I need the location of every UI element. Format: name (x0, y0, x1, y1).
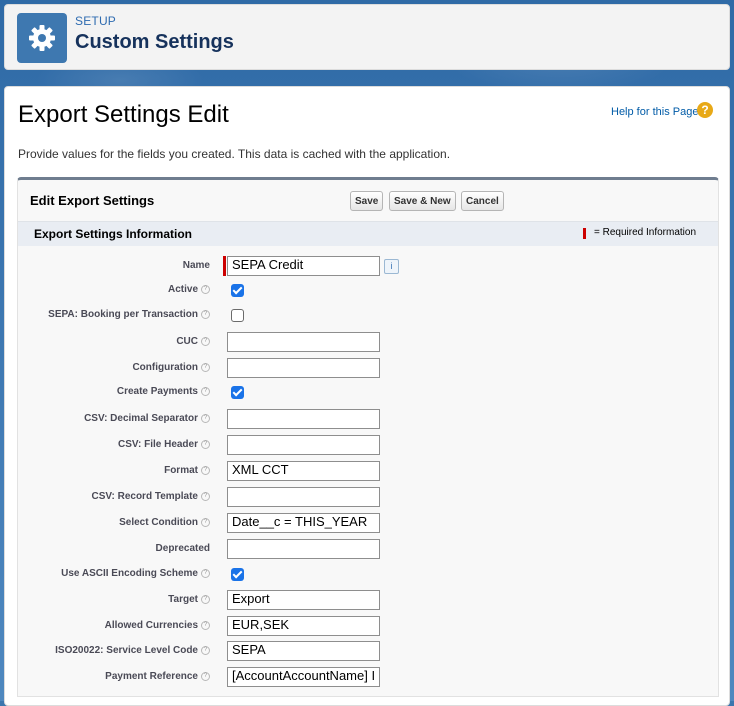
payment-reference-input[interactable]: [AccountAccountName] I (227, 667, 380, 687)
setup-kicker: SETUP (75, 14, 117, 28)
required-indicator (223, 256, 226, 276)
field-label: ISO20022: Service Level Code? (55, 645, 210, 656)
cuc-input[interactable] (227, 332, 380, 352)
field-row-csv-record: CSV: Record Template? (18, 487, 718, 509)
help-dot-icon[interactable]: ? (201, 645, 210, 655)
sepa-booking-checkbox[interactable] (231, 309, 244, 322)
help-dot-icon[interactable]: ? (201, 386, 210, 396)
field-row-csv-decimal: CSV: Decimal Separator? (18, 409, 718, 431)
info-icon[interactable]: i (384, 259, 399, 274)
field-label: CUC? (176, 336, 210, 347)
help-dot-icon[interactable]: ? (201, 439, 210, 449)
section-title: Export Settings Information (34, 227, 193, 241)
field-label: Name (182, 260, 210, 271)
field-row-ascii: Use ASCII Encoding Scheme? (18, 564, 718, 586)
ascii-checkbox[interactable] (231, 568, 244, 581)
field-row-sepa-booking: SEPA: Booking per Transaction? (18, 305, 718, 327)
field-row-currencies: Allowed Currencies? EUR,SEK (18, 616, 718, 638)
field-label: CSV: Decimal Separator? (84, 413, 210, 424)
field-row-active: Active? (18, 280, 718, 302)
help-icon[interactable]: ? (697, 102, 713, 118)
configuration-input[interactable] (227, 358, 380, 378)
field-row-create-payments: Create Payments? (18, 382, 718, 404)
field-row-csv-header: CSV: File Header? (18, 435, 718, 457)
help-dot-icon[interactable]: ? (201, 465, 210, 475)
main-content: Export Settings Edit Help for this Page … (4, 86, 730, 706)
required-legend-text: = Required Information (594, 227, 697, 238)
field-row-payment-reference: Payment Reference? [AccountAccountName] … (18, 667, 718, 689)
gear-icon (17, 13, 67, 63)
setup-title: Custom Settings (75, 31, 234, 53)
field-label: Configuration? (132, 362, 210, 373)
help-dot-icon[interactable]: ? (201, 309, 210, 319)
active-checkbox[interactable] (231, 284, 244, 297)
create-payments-checkbox[interactable] (231, 386, 244, 399)
field-row-select-condition: Select Condition? Date__c = THIS_YEAR (18, 513, 718, 535)
select-condition-input[interactable]: Date__c = THIS_YEAR (227, 513, 380, 533)
help-dot-icon[interactable]: ? (201, 491, 210, 501)
format-input[interactable]: XML CCT (227, 461, 380, 481)
csv-record-input[interactable] (227, 487, 380, 507)
page-title: Export Settings Edit (18, 101, 229, 128)
save-new-button[interactable]: Save & New (389, 191, 456, 211)
name-input[interactable]: SEPA Credit (227, 256, 380, 276)
help-dot-icon[interactable]: ? (201, 568, 210, 578)
target-input[interactable]: Export (227, 590, 380, 610)
field-label: Use ASCII Encoding Scheme? (61, 568, 210, 579)
setup-header: SETUP Custom Settings (4, 4, 730, 70)
field-label: Allowed Currencies? (105, 620, 210, 631)
help-dot-icon[interactable]: ? (201, 284, 210, 294)
help-dot-icon[interactable]: ? (201, 671, 210, 681)
deprecated-input[interactable] (227, 539, 380, 559)
save-button[interactable]: Save (350, 191, 384, 211)
help-link[interactable]: Help for this Page (611, 106, 698, 118)
section-header: Export Settings Information = Required I… (18, 221, 718, 246)
help-dot-icon[interactable]: ? (201, 594, 210, 604)
service-level-input[interactable]: SEPA (227, 641, 380, 661)
required-legend-marker (583, 228, 586, 239)
field-label: CSV: Record Template? (91, 491, 210, 502)
panel-title: Edit Export Settings (30, 193, 155, 208)
field-row-configuration: Configuration? (18, 358, 718, 380)
csv-header-input[interactable] (227, 435, 380, 455)
field-label: Target? (168, 594, 210, 605)
field-row-format: Format? XML CCT (18, 461, 718, 483)
currencies-input[interactable]: EUR,SEK (227, 616, 380, 636)
field-row-deprecated: Deprecated (18, 539, 718, 561)
field-label: Create Payments? (117, 386, 210, 397)
edit-panel: Edit Export Settings Save Save & New Can… (17, 177, 719, 697)
help-dot-icon[interactable]: ? (201, 362, 210, 372)
help-dot-icon[interactable]: ? (201, 517, 210, 527)
field-row-cuc: CUC? (18, 332, 718, 354)
field-label: Deprecated (155, 543, 210, 554)
field-label: Format? (164, 465, 210, 476)
field-label: Payment Reference? (105, 671, 210, 682)
field-label: SEPA: Booking per Transaction? (48, 309, 210, 320)
cancel-button[interactable]: Cancel (461, 191, 504, 211)
help-dot-icon[interactable]: ? (201, 620, 210, 630)
field-label: CSV: File Header? (118, 439, 210, 450)
field-row-service-level: ISO20022: Service Level Code? SEPA (18, 641, 718, 663)
field-row-name: Name SEPA Credit i (18, 256, 718, 278)
field-label: Select Condition? (119, 517, 210, 528)
page-description: Provide values for the fields you create… (18, 147, 451, 161)
field-row-target: Target? Export (18, 590, 718, 612)
help-dot-icon[interactable]: ? (201, 336, 210, 346)
csv-decimal-input[interactable] (227, 409, 380, 429)
help-dot-icon[interactable]: ? (201, 413, 210, 423)
field-label: Active? (168, 284, 210, 295)
